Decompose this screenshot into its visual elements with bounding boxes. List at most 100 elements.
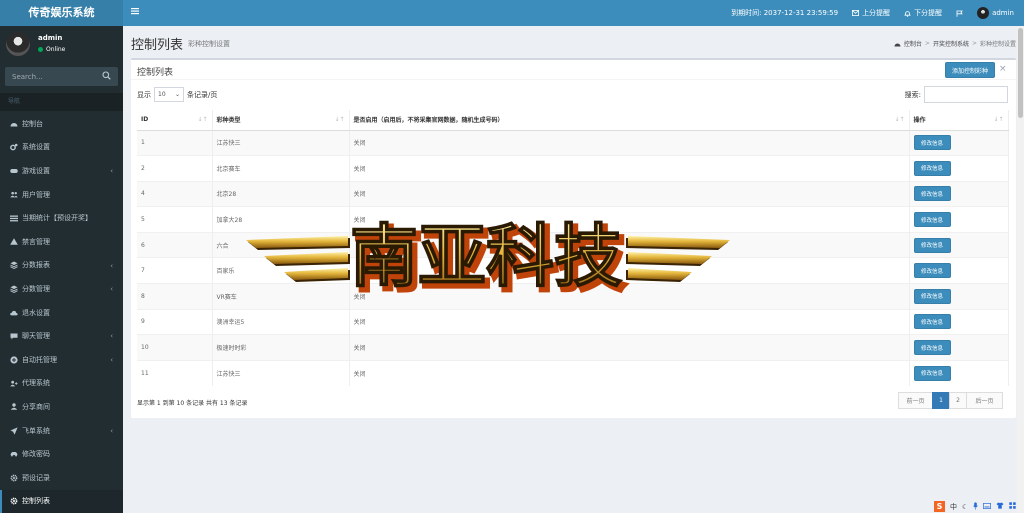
- sidebar-item[interactable]: 分数报表 ‹: [0, 254, 123, 278]
- page-button[interactable]: 2: [949, 392, 967, 409]
- prev-page-button[interactable]: 前一页: [898, 392, 933, 409]
- user-menu[interactable]: admin: [977, 7, 1014, 19]
- column-header-action[interactable]: 操作 ↓↑: [909, 110, 1009, 131]
- sidebar-item-label: 飞单系统: [22, 426, 50, 435]
- edit-info-button[interactable]: 修改信息: [913, 160, 951, 176]
- sidebar-search-input[interactable]: [5, 67, 100, 86]
- breadcrumb-item[interactable]: 开奖控制系统: [933, 39, 969, 48]
- sidebar-item[interactable]: 聊天管理 ‹: [0, 324, 123, 348]
- app-logo[interactable]: 传奇娱乐系统: [0, 0, 123, 26]
- sort-icon: ↓↑: [334, 116, 345, 123]
- ime-toolbar: S 中 ☾: [934, 500, 1024, 513]
- cell-id: 11: [137, 359, 213, 386]
- sidebar-item-label: 退水设置: [22, 308, 50, 317]
- add-control-button[interactable]: 添加控制彩种: [945, 62, 995, 78]
- table-row: 7 百家乐 修改信息: [137, 257, 1009, 284]
- edit-info-button[interactable]: 修改信息: [913, 288, 951, 304]
- edit-info-button[interactable]: 修改信息: [913, 237, 951, 253]
- cell-action: 修改信息: [909, 180, 1009, 207]
- keyboard-icon[interactable]: [983, 502, 992, 511]
- sidebar-item[interactable]: 分数管理 ‹: [0, 277, 123, 301]
- envelope-icon: [852, 10, 860, 16]
- grid-icon[interactable]: [1009, 502, 1016, 511]
- column-header-id[interactable]: ID ↓↑: [137, 110, 213, 131]
- close-icon[interactable]: ×: [999, 65, 1007, 74]
- sidebar-item-label: 预设记录: [22, 473, 50, 482]
- edit-info-button[interactable]: 修改信息: [913, 212, 951, 228]
- cell-type: 百家乐: [212, 257, 350, 284]
- sidebar-item-label: 系统设置: [22, 143, 50, 152]
- sidebar-item[interactable]: 自动托管理 ‹: [0, 348, 123, 372]
- sidebar-toggle-icon[interactable]: [131, 7, 139, 18]
- cell-type: 极速时时彩: [212, 334, 350, 361]
- sort-icon: ↓↑: [894, 116, 905, 123]
- table-body: 1 江苏快三 关闭 修改信息 2 北京赛车 关闭 修改信息 4 北京28 关闭 修改信息 5 加拿大28 关…: [137, 129, 1009, 386]
- nav-header: 导航: [0, 93, 123, 111]
- sidebar-item[interactable]: 系统设置: [0, 136, 123, 160]
- sidebar-item[interactable]: 飞单系统 ‹: [0, 419, 123, 443]
- page-button[interactable]: 1: [932, 392, 950, 409]
- edit-info-button[interactable]: 修改信息: [913, 135, 951, 151]
- page-scrollbar[interactable]: [1017, 26, 1024, 513]
- column-header-type[interactable]: 彩种类型 ↓↑: [212, 110, 350, 131]
- user-plus-icon: [10, 379, 18, 387]
- edit-info-button[interactable]: 修改信息: [913, 186, 951, 202]
- sidebar-item-label: 控制列表: [22, 497, 50, 506]
- gamepad-icon: [10, 167, 18, 175]
- header-nav: 到期时间: 2037-12-31 23:59:59 上分提醒 下分提醒 admi…: [731, 0, 1014, 26]
- column-header-enabled[interactable]: 是否启用（启用后，不将采集官网数据，随机生成号码） ↓↑: [349, 110, 910, 131]
- cell-type: 江苏快三: [212, 129, 350, 156]
- cell-type: 北京赛车: [212, 155, 350, 182]
- sidebar-item[interactable]: 当期统计【预设开奖】: [0, 206, 123, 230]
- sidebar-item[interactable]: 禁言管理: [0, 230, 123, 254]
- sidebar-item-label: 修改密码: [22, 450, 50, 459]
- table-search-input[interactable]: [924, 86, 1008, 103]
- online-dot-icon: [38, 47, 43, 52]
- down-score-button[interactable]: 下分提醒: [904, 8, 942, 18]
- breadcrumb-item[interactable]: 控制台: [904, 39, 922, 48]
- cell-enabled: [349, 257, 910, 284]
- cell-type: 北京28: [212, 180, 350, 207]
- breadcrumb-item: 彩种控制设置: [979, 41, 1016, 48]
- cell-action: 修改信息: [909, 206, 1009, 233]
- user-status: Online: [38, 46, 65, 53]
- sidebar-item[interactable]: 退水设置: [0, 301, 123, 325]
- sidebar-item[interactable]: 分享商间: [0, 395, 123, 419]
- moon-icon[interactable]: ☾: [962, 503, 968, 511]
- cell-id: 9: [137, 308, 213, 335]
- sidebar-item[interactable]: 预设记录: [0, 466, 123, 490]
- edit-info-button[interactable]: 修改信息: [913, 263, 951, 279]
- ime-lang[interactable]: 中: [950, 502, 957, 512]
- list-icon: [10, 214, 18, 222]
- chat-icon: [10, 332, 18, 340]
- sidebar-item[interactable]: 控制台: [0, 112, 123, 136]
- cell-enabled: 关闭: [349, 206, 910, 233]
- search-icon[interactable]: [102, 71, 112, 81]
- sidebar-item[interactable]: 游戏设置 ‹: [0, 159, 123, 183]
- sidebar-search: [5, 67, 118, 86]
- edit-info-button[interactable]: 修改信息: [913, 365, 951, 381]
- shirt-icon[interactable]: [996, 502, 1004, 511]
- sidebar-item[interactable]: 修改密码: [0, 442, 123, 466]
- page-length-select[interactable]: 10 ⌄: [154, 87, 184, 102]
- expire-time: 到期时间: 2037-12-31 23:59:59: [731, 9, 839, 17]
- sidebar-item[interactable]: 用户管理: [0, 183, 123, 207]
- sidebar-item-label: 分享商间: [22, 402, 50, 411]
- edit-info-button[interactable]: 修改信息: [913, 314, 951, 330]
- next-page-button[interactable]: 后一页: [966, 392, 1003, 409]
- breadcrumb: 控制台 > 开奖控制系统 > 彩种控制设置: [894, 39, 1016, 48]
- scrollbar-thumb[interactable]: [1018, 28, 1023, 118]
- up-score-button[interactable]: 上分提醒: [852, 8, 890, 18]
- edit-info-button[interactable]: 修改信息: [913, 340, 951, 356]
- sidebar-menu: 控制台系统设置游戏设置 ‹ 用户管理 当期统计【预设开奖】 禁言管理 分数报表 ‹ 分数管理 ‹…: [0, 112, 123, 513]
- sogou-logo-icon[interactable]: S: [934, 501, 945, 512]
- table-row: 9 澳洲幸运5 关闭 修改信息: [137, 308, 1009, 335]
- microphone-icon[interactable]: [973, 501, 979, 512]
- chevron-left-icon: ‹: [110, 261, 113, 270]
- sidebar-item[interactable]: 代理系统: [0, 372, 123, 396]
- gear-icon: [10, 497, 18, 505]
- cell-enabled: 关闭: [349, 283, 910, 310]
- user-name: admin: [38, 34, 63, 42]
- flag-button[interactable]: [956, 10, 963, 17]
- sidebar-item[interactable]: 控制列表: [0, 489, 123, 513]
